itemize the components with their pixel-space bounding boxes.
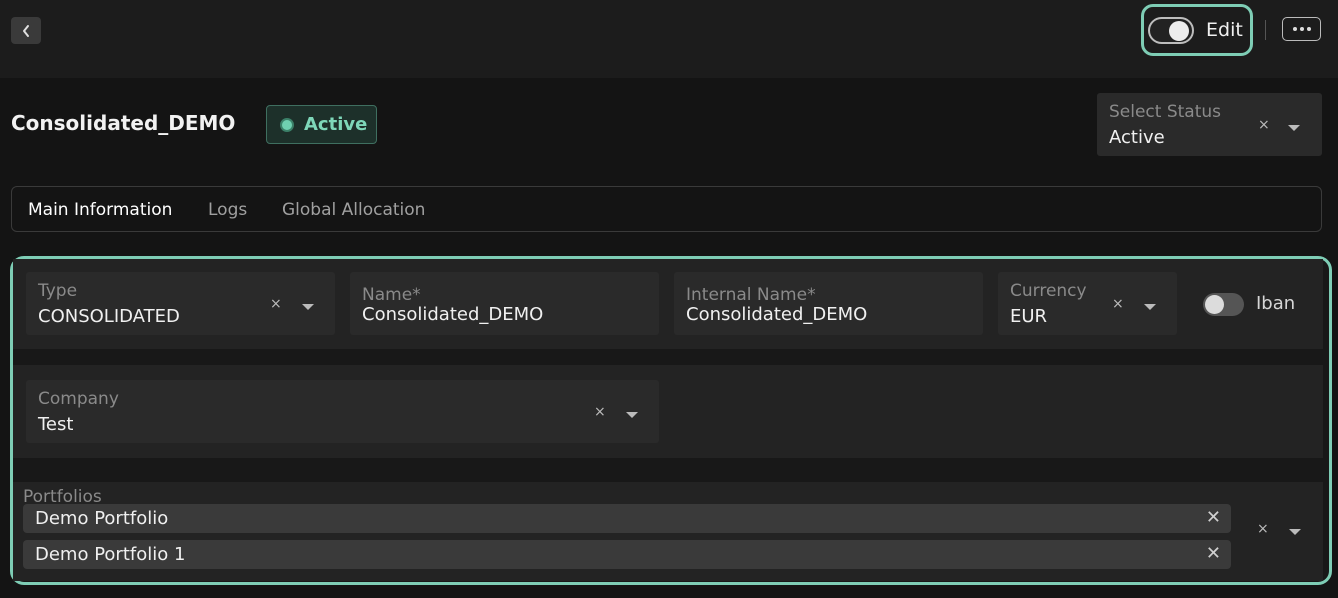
name-field[interactable]: Name* Consolidated_DEMO: [350, 272, 659, 335]
close-icon[interactable]: ×: [1257, 521, 1269, 537]
remove-chip-icon[interactable]: ✕: [1206, 543, 1221, 564]
name-label: Name*: [362, 285, 421, 305]
switch-knob: [1205, 295, 1224, 314]
close-icon[interactable]: ×: [270, 296, 282, 312]
name-value: Consolidated_DEMO: [362, 304, 544, 325]
page-title: Consolidated_DEMO: [11, 111, 236, 135]
back-button[interactable]: [11, 17, 41, 44]
status-dot-icon: [280, 117, 294, 132]
edit-label: Edit: [1206, 19, 1243, 41]
currency-label: Currency: [1010, 281, 1087, 301]
close-icon[interactable]: ×: [1258, 117, 1270, 133]
portfolio-chip-label: Demo Portfolio: [35, 508, 169, 529]
caret-down-icon[interactable]: [1289, 529, 1301, 535]
portfolio-chip: Demo Portfolio ✕: [23, 504, 1231, 533]
top-bar: Edit: [0, 0, 1338, 78]
currency-select[interactable]: Currency EUR ×: [998, 272, 1177, 335]
tab-bar: Main Information Logs Global Allocation: [11, 186, 1322, 232]
caret-down-icon[interactable]: [626, 412, 638, 418]
more-options-button[interactable]: [1282, 17, 1321, 41]
company-label: Company: [38, 389, 119, 409]
type-value: CONSOLIDATED: [38, 306, 180, 327]
divider: [1265, 20, 1266, 40]
status-select-value: Active: [1109, 127, 1165, 148]
company-select[interactable]: Company Test ×: [26, 380, 659, 443]
portfolio-chip-label: Demo Portfolio 1: [35, 544, 186, 565]
close-icon[interactable]: ×: [1112, 296, 1124, 312]
internal-name-label: Internal Name*: [686, 285, 816, 305]
currency-value: EUR: [1010, 306, 1048, 327]
iban-toggle[interactable]: [1203, 293, 1244, 316]
remove-chip-icon[interactable]: ✕: [1206, 507, 1221, 528]
internal-name-value: Consolidated_DEMO: [686, 304, 868, 325]
internal-name-field[interactable]: Internal Name* Consolidated_DEMO: [674, 272, 983, 335]
edit-switch[interactable]: [1148, 16, 1194, 44]
caret-down-icon[interactable]: [302, 304, 314, 310]
portfolio-chip: Demo Portfolio 1 ✕: [23, 540, 1231, 569]
caret-down-icon[interactable]: [1288, 125, 1300, 131]
close-icon[interactable]: ×: [594, 404, 606, 420]
type-select[interactable]: Type CONSOLIDATED ×: [26, 272, 335, 335]
tab-main-information[interactable]: Main Information: [28, 200, 172, 220]
caret-down-icon[interactable]: [1144, 304, 1156, 310]
status-badge: Active: [266, 105, 377, 144]
edit-toggle[interactable]: Edit: [1141, 4, 1253, 56]
tab-global-allocation[interactable]: Global Allocation: [282, 200, 425, 220]
status-select[interactable]: Select Status Active ×: [1097, 93, 1322, 156]
tab-logs[interactable]: Logs: [208, 200, 247, 220]
more-horizontal-icon: [1292, 27, 1297, 31]
status-select-label: Select Status: [1109, 102, 1222, 122]
switch-knob: [1169, 20, 1189, 41]
status-badge-label: Active: [304, 114, 368, 135]
iban-label: Iban: [1256, 293, 1296, 314]
company-value: Test: [38, 414, 74, 435]
chevron-left-icon: [23, 24, 29, 37]
type-label: Type: [38, 281, 78, 301]
